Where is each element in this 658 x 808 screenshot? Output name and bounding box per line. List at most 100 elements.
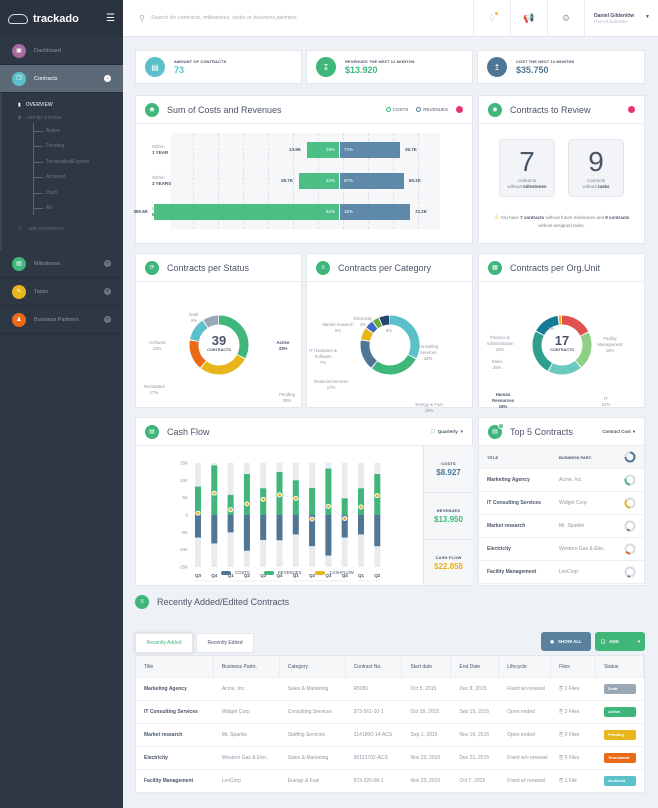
legend-costs[interactable]: COSTS [385, 107, 408, 112]
announcements-button[interactable]: 📢 [510, 0, 547, 36]
revenue-bar[interactable]: 67% [340, 173, 404, 189]
subnav-status-active[interactable]: Active [34, 123, 123, 139]
tab-recently-edited[interactable]: Recently Edited [196, 633, 254, 653]
cashflow-point[interactable] [342, 515, 348, 521]
user-menu[interactable]: Daniel Gildenlöw Pain of Salvation ▼ [584, 0, 658, 36]
table-row[interactable]: Market research Mr. Sparkle [479, 515, 644, 538]
table-row[interactable]: Facility Management LexCorp Energy & Fuel 9… [136, 770, 644, 793]
search-input[interactable]: Search for contracts, milestones, tasks … [151, 15, 297, 21]
files-link[interactable]: ⎘ 5 Files [551, 755, 596, 761]
column-header[interactable]: Title [136, 656, 214, 677]
table-row[interactable]: IT Consulting Services Widget Corp Consult… [136, 701, 644, 724]
settings-button[interactable]: ⚙ [547, 0, 584, 36]
cost-bar[interactable] [292, 515, 299, 535]
cashflow-point[interactable] [195, 510, 201, 516]
subnav-status-terminated[interactable]: Terminated/Expired [34, 154, 123, 170]
legend-item[interactable]: REVENUES [263, 570, 301, 575]
legend-revenues[interactable]: REVENUES [416, 107, 448, 112]
files-link[interactable]: ⎘ 2 Files [551, 686, 596, 692]
cost-bar[interactable] [358, 515, 364, 535]
tab-recently-added[interactable]: Recently Added [135, 633, 193, 653]
table-row[interactable]: Facility Management LexCorp [479, 561, 644, 584]
files-link[interactable]: ⎘ 3 Files [551, 709, 596, 715]
cost-bar[interactable]: 32% [299, 173, 339, 189]
cost-bar[interactable] [195, 515, 201, 538]
sidebar-item-contracts[interactable]: ❐ Contracts − [0, 65, 123, 93]
sidebar-item-tasks[interactable]: ✎ Tasks + [0, 278, 123, 306]
cost-bar[interactable]: 28% [307, 142, 339, 158]
review-box-milestones[interactable]: 7 contracts without milestones [499, 139, 555, 197]
revenue-bar[interactable] [195, 486, 201, 515]
subnav-status-all[interactable]: All [34, 201, 123, 217]
search-bar[interactable]: ⚲ Search for contracts, milestones, task… [123, 0, 473, 36]
add-button[interactable]: ❏ ADD ▾ [595, 632, 645, 651]
revenue-bar[interactable]: 72% [340, 142, 400, 158]
subnav-status-pending[interactable]: Pending [34, 139, 123, 155]
app-logo[interactable]: trackado [33, 13, 106, 25]
cost-bar[interactable] [260, 515, 267, 540]
column-header[interactable]: Files [551, 656, 597, 677]
column-header[interactable]: Contract No. [346, 656, 403, 677]
revenue-bar[interactable] [211, 465, 218, 515]
table-row[interactable]: Electricity Western Gas & Elec. [479, 538, 644, 561]
sidebar-item-dashboard[interactable]: ▣ Dashboard [0, 37, 123, 65]
legend-item[interactable]: CASHFLOW [315, 570, 354, 575]
files-link[interactable]: ⎘ 1 File [551, 778, 596, 784]
subnav-add-contract[interactable]: ❏ ADD CONTRACT [18, 219, 123, 237]
column-header[interactable]: Status [596, 656, 644, 677]
sort-select[interactable]: Contract Cost ▾ [602, 429, 635, 435]
revenue-bar[interactable] [243, 474, 250, 515]
sidebar-item-milestones[interactable]: ▤ Milestones + [0, 250, 123, 278]
cashflow-point[interactable] [277, 492, 282, 498]
chevron-down-icon[interactable]: ▾ [638, 639, 640, 645]
column-header[interactable]: Business Partn. [214, 656, 280, 677]
cashflow-point[interactable] [293, 495, 299, 501]
cashflow-point[interactable] [228, 507, 234, 513]
cashflow-point[interactable] [325, 503, 331, 509]
column-header[interactable]: Lifecycle [499, 656, 552, 677]
column-header[interactable]: End Date [451, 656, 500, 677]
cost-bar[interactable] [227, 515, 234, 533]
revenue-bar[interactable] [341, 498, 348, 515]
cost-bar[interactable] [374, 515, 381, 547]
expand-icon[interactable]: + [104, 316, 111, 323]
help-icon[interactable] [456, 106, 463, 113]
subnav-status-archived[interactable]: Archived [34, 170, 123, 186]
notifications-button[interactable]: ♢ [473, 0, 510, 36]
table-row[interactable]: Electricity Western Gas & Elec. Sales & Ma… [136, 747, 644, 770]
expand-icon[interactable]: + [104, 288, 111, 295]
legend-item[interactable]: COSTS [221, 570, 250, 575]
subnav-overview[interactable]: ▮ OVERVIEW [18, 99, 123, 111]
cashflow-point[interactable] [211, 490, 217, 496]
table-row[interactable]: Marketing Agency Acme, Inc. [479, 469, 644, 492]
period-select[interactable]: □ Quarterly ▾ [431, 429, 463, 435]
cost-bar[interactable] [243, 515, 250, 551]
subnav-status-draft[interactable]: Draft [34, 185, 123, 201]
cost-bar[interactable] [276, 515, 283, 541]
help-icon[interactable] [628, 106, 635, 113]
table-row[interactable]: Market research Mr. Sparkle Staffing Servi… [136, 724, 644, 747]
cashflow-point[interactable] [244, 501, 250, 507]
sidebar-item-business-partners[interactable]: ♟ Business Partners + [0, 306, 123, 334]
expand-icon[interactable]: + [104, 260, 111, 267]
column-header[interactable]: Category [280, 656, 346, 677]
table-row[interactable]: Marketing Agency Acme, Inc. Sales & Market… [136, 678, 644, 701]
files-link[interactable]: ⎘ 0 Files [551, 732, 596, 738]
table-row[interactable]: IT Consulting Services Widget Corp [479, 492, 644, 515]
cost-bar[interactable] [211, 515, 218, 544]
revenue-bar[interactable] [358, 488, 364, 515]
show-all-button[interactable]: ◉ SHOW ALL [541, 632, 591, 651]
cost-bar[interactable] [325, 515, 332, 556]
cashflow-point[interactable] [309, 516, 315, 522]
subnav-list-by-status[interactable]: ⧉ LIST BY STATUS [18, 111, 123, 123]
revenue-bar[interactable]: 16% [340, 204, 410, 220]
review-box-tasks[interactable]: 9 contracts without tasks [568, 139, 624, 197]
hamburger-menu-icon[interactable]: ☰ [106, 13, 115, 24]
cashflow-point[interactable] [358, 504, 364, 510]
collapse-icon[interactable]: − [104, 75, 111, 82]
cost-bar[interactable]: 84% [154, 204, 339, 220]
revenue-bar[interactable] [309, 487, 316, 515]
column-header[interactable]: Start date [402, 656, 452, 677]
cashflow-point[interactable] [260, 496, 266, 502]
cashflow-point[interactable] [374, 493, 380, 499]
